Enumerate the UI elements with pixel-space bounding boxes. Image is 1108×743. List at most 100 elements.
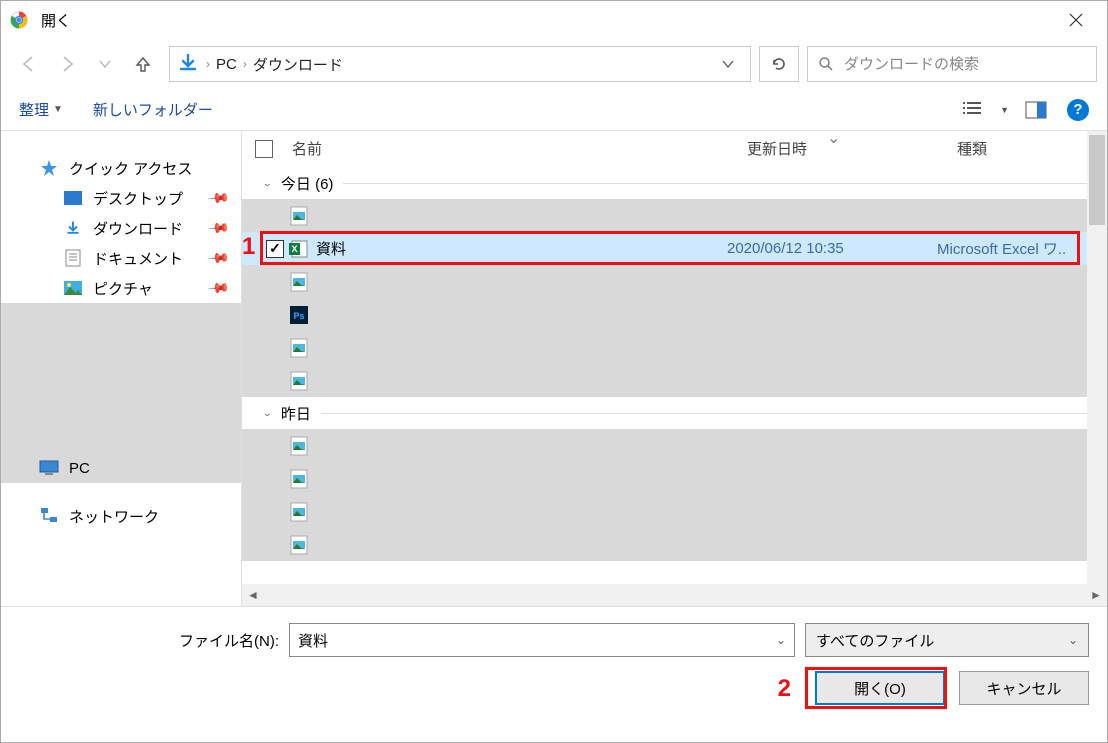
sidebar-documents[interactable]: ドキュメント 📌 bbox=[1, 243, 241, 273]
search-input[interactable] bbox=[844, 56, 1086, 73]
new-folder-button[interactable]: 新しいフォルダー bbox=[93, 99, 213, 120]
filename-input[interactable] bbox=[298, 632, 776, 649]
nav-bar: › PC › ダウンロード bbox=[1, 39, 1107, 89]
file-list: 名前 ⌄ 更新日時 種類 ⌄ 今日 (6) bbox=[241, 131, 1107, 606]
pin-icon: 📌 bbox=[206, 186, 230, 210]
cancel-button[interactable]: キャンセル bbox=[959, 671, 1089, 705]
downloads-icon bbox=[63, 218, 83, 238]
scroll-right-icon[interactable]: ► bbox=[1085, 584, 1107, 606]
network-icon bbox=[39, 506, 59, 526]
close-button[interactable] bbox=[1053, 5, 1099, 35]
file-row[interactable] bbox=[242, 462, 1107, 495]
image-file-icon bbox=[288, 370, 310, 392]
address-bar[interactable]: › PC › ダウンロード bbox=[169, 46, 751, 82]
address-dropdown[interactable] bbox=[714, 59, 742, 69]
desktop-icon bbox=[63, 188, 83, 208]
sidebar-label: ネットワーク bbox=[69, 506, 159, 527]
file-date: 2020/06/12 10:35 bbox=[727, 240, 937, 257]
sort-indicator-icon: ⌄ bbox=[827, 128, 840, 148]
file-row[interactable] bbox=[242, 495, 1107, 528]
chrome-icon bbox=[9, 10, 29, 30]
back-button[interactable] bbox=[11, 46, 47, 82]
filename-dropdown-icon[interactable]: ⌄ bbox=[776, 633, 786, 647]
titlebar: 開く bbox=[1, 1, 1107, 39]
group-yesterday[interactable]: ⌄ 昨日 bbox=[242, 397, 1107, 429]
annotation-number-2: 2 bbox=[778, 675, 791, 703]
file-row-selected[interactable]: ✓ X 資料 2020/06/12 10:35 Microsoft Excel … bbox=[242, 232, 1107, 265]
refresh-button[interactable] bbox=[759, 46, 799, 82]
svg-text:Ps: Ps bbox=[293, 311, 304, 321]
sidebar-network[interactable]: ネットワーク bbox=[1, 501, 241, 531]
breadcrumb-pc[interactable]: PC bbox=[210, 56, 243, 73]
sidebar-downloads[interactable]: ダウンロード 📌 bbox=[1, 213, 241, 243]
sidebar-pc[interactable]: PC bbox=[1, 453, 241, 483]
file-row[interactable] bbox=[242, 265, 1107, 298]
row-checkbox[interactable]: ✓ bbox=[266, 240, 284, 258]
sidebar-label: PC bbox=[69, 460, 90, 477]
file-row[interactable] bbox=[242, 331, 1107, 364]
search-icon bbox=[818, 56, 834, 72]
star-icon bbox=[39, 158, 59, 178]
excel-file-icon: X bbox=[288, 238, 310, 260]
pin-icon: 📌 bbox=[206, 276, 230, 300]
file-row[interactable] bbox=[242, 528, 1107, 561]
filename-input-wrap[interactable]: ⌄ bbox=[289, 623, 795, 657]
select-all-checkbox[interactable] bbox=[242, 140, 286, 158]
up-button[interactable] bbox=[125, 46, 161, 82]
sidebar-desktop[interactable]: デスクトップ 📌 bbox=[1, 183, 241, 213]
file-type: Microsoft Excel ワ.. bbox=[937, 238, 1107, 259]
image-file-icon bbox=[288, 337, 310, 359]
breadcrumb-downloads[interactable]: ダウンロード bbox=[247, 54, 349, 75]
main-area: クイック アクセス デスクトップ 📌 ダウンロード 📌 ドキュメント 📌 bbox=[1, 131, 1107, 606]
svg-text:X: X bbox=[291, 244, 297, 254]
file-area: ⌄ 今日 (6) ✓ X 資料 2020/06/12 bbox=[242, 167, 1107, 584]
dropdown-icon: ⌄ bbox=[1068, 633, 1078, 647]
image-file-icon bbox=[288, 271, 310, 293]
search-box[interactable] bbox=[807, 46, 1097, 82]
sidebar-label: ドキュメント bbox=[93, 248, 183, 269]
sidebar-label: ダウンロード bbox=[93, 218, 183, 239]
column-type[interactable]: 種類 bbox=[947, 138, 1107, 159]
pin-icon: 📌 bbox=[206, 246, 230, 270]
image-file-icon bbox=[288, 501, 310, 523]
image-file-icon bbox=[288, 534, 310, 556]
file-name: 資料 bbox=[316, 238, 727, 259]
recent-dropdown[interactable] bbox=[87, 46, 123, 82]
file-row[interactable] bbox=[242, 364, 1107, 397]
column-name[interactable]: 名前 bbox=[286, 138, 737, 159]
file-type-filter[interactable]: すべてのファイル ⌄ bbox=[805, 623, 1089, 657]
organize-menu[interactable]: 整理 ▼ bbox=[19, 99, 63, 120]
chevron-down-icon: ⌄ bbox=[262, 177, 273, 188]
scroll-left-icon[interactable]: ◄ bbox=[242, 584, 264, 606]
filename-label: ファイル名(N): bbox=[19, 630, 289, 651]
sidebar-quick-access[interactable]: クイック アクセス bbox=[1, 153, 241, 183]
photoshop-file-icon: Ps bbox=[288, 304, 310, 326]
group-today[interactable]: ⌄ 今日 (6) bbox=[242, 167, 1107, 199]
toolbar: 整理 ▼ 新しいフォルダー ▼ ? bbox=[1, 89, 1107, 131]
documents-icon bbox=[63, 248, 83, 268]
pictures-icon bbox=[63, 278, 83, 298]
sidebar-pictures[interactable]: ピクチャ 📌 bbox=[1, 273, 241, 303]
filter-label: すべてのファイル bbox=[816, 630, 1068, 651]
file-row[interactable] bbox=[242, 429, 1107, 462]
open-button[interactable]: 開く(O) bbox=[815, 671, 945, 705]
dialog-title: 開く bbox=[41, 10, 1053, 31]
bottom-panel: ファイル名(N): ⌄ すべてのファイル ⌄ 2 開く(O) キャンセル bbox=[1, 606, 1107, 719]
help-button[interactable]: ? bbox=[1067, 99, 1089, 121]
view-dropdown-icon[interactable]: ▼ bbox=[1000, 105, 1009, 115]
dropdown-icon: ▼ bbox=[53, 104, 63, 115]
image-file-icon bbox=[288, 205, 310, 227]
view-mode-button[interactable] bbox=[956, 97, 990, 123]
preview-pane-button[interactable] bbox=[1019, 97, 1053, 123]
forward-button[interactable] bbox=[49, 46, 85, 82]
chevron-down-icon: ⌄ bbox=[262, 407, 273, 418]
sidebar: クイック アクセス デスクトップ 📌 ダウンロード 📌 ドキュメント 📌 bbox=[1, 131, 241, 606]
sidebar-label: ピクチャ bbox=[93, 278, 153, 299]
column-date[interactable]: ⌄ 更新日時 bbox=[737, 138, 947, 159]
group-label: 昨日 bbox=[281, 403, 311, 424]
file-row[interactable] bbox=[242, 199, 1107, 232]
horizontal-scrollbar[interactable]: ◄ ► bbox=[242, 584, 1107, 606]
image-file-icon bbox=[288, 468, 310, 490]
file-row[interactable]: Ps bbox=[242, 298, 1107, 331]
vertical-scrollbar[interactable] bbox=[1087, 131, 1107, 584]
